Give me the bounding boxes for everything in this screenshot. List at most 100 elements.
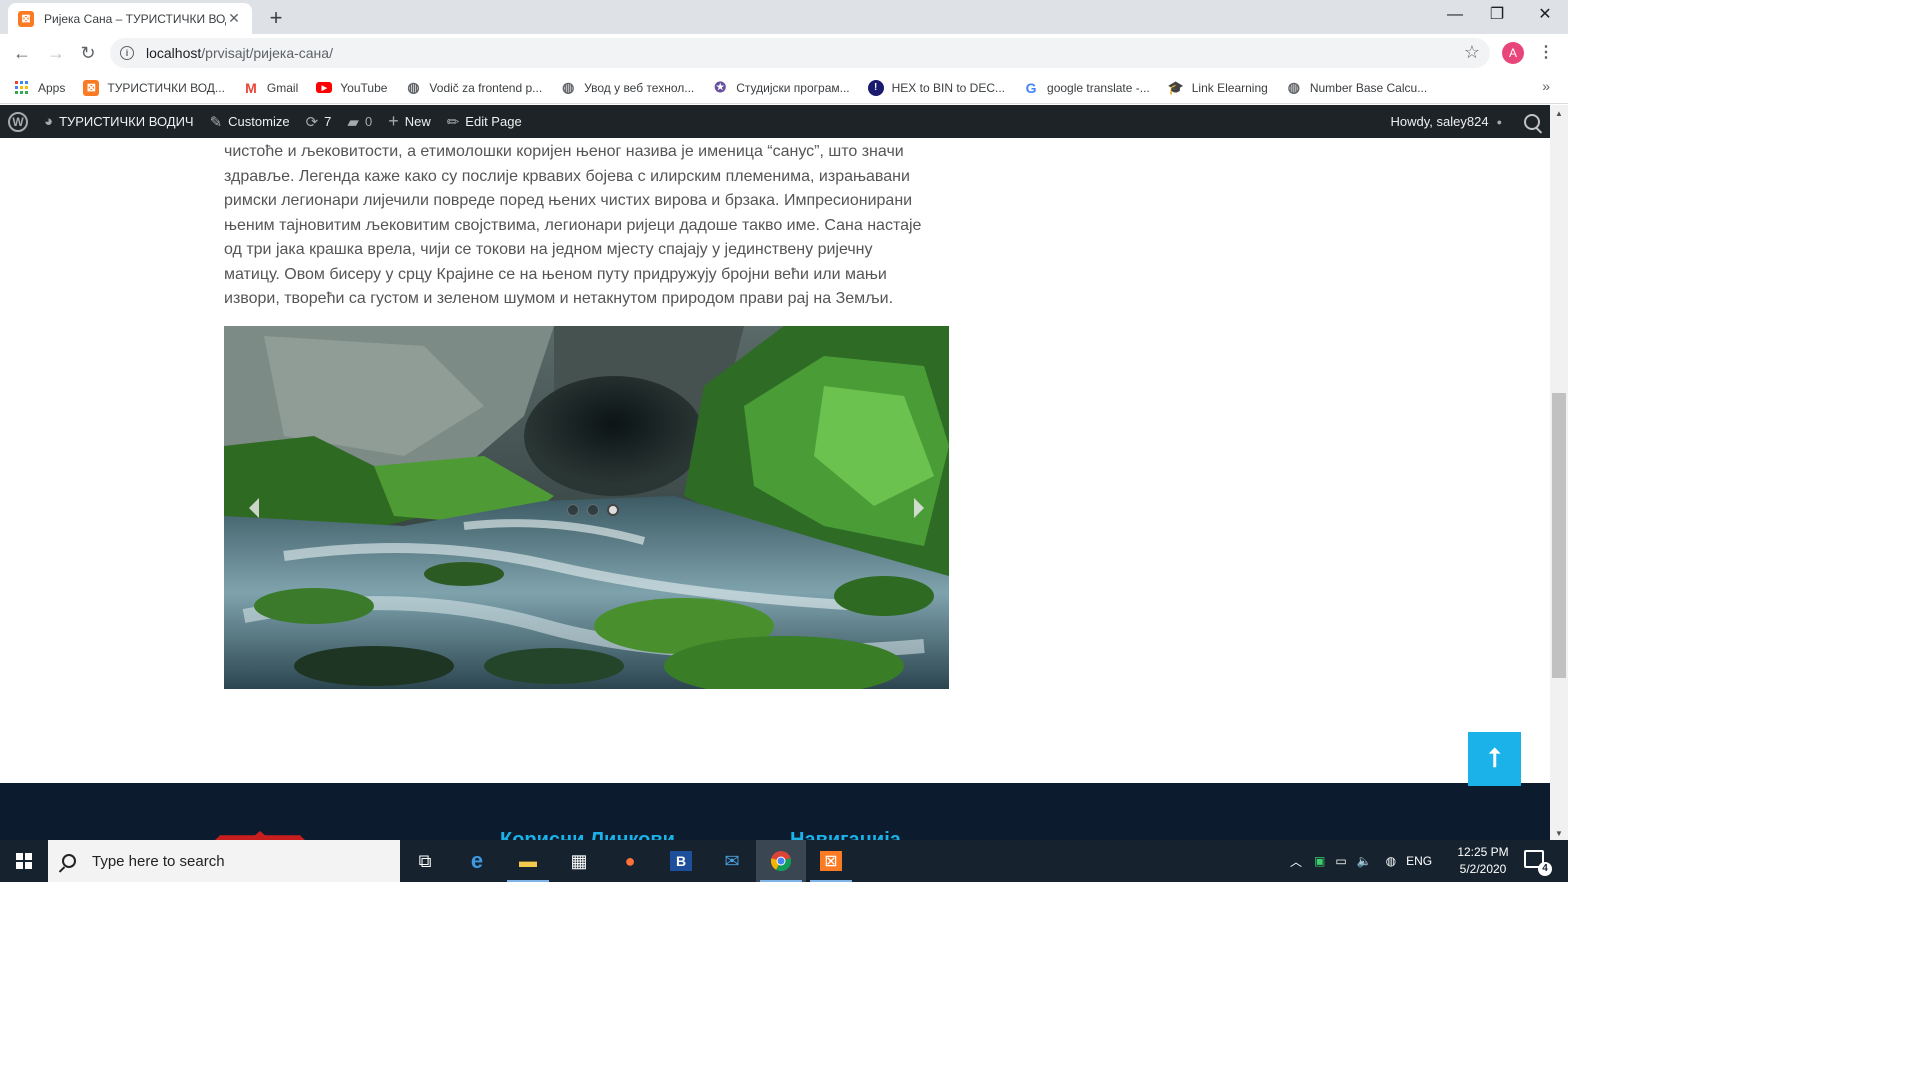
arrow-up-icon: ⭡ <box>1488 743 1501 773</box>
image-slider[interactable] <box>224 326 949 689</box>
scrollbar-thumb[interactable] <box>1552 393 1566 678</box>
comments-count: 0 <box>364 114 373 129</box>
footer-heading-navigation: Навигација <box>790 829 901 840</box>
chrome-app[interactable] <box>756 840 806 882</box>
reload-button[interactable]: ↻ <box>76 42 100 64</box>
tab-close-icon[interactable]: ✕ <box>226 10 242 27</box>
updates-icon: ⟳ <box>305 113 319 131</box>
search-icon[interactable] <box>1524 113 1540 130</box>
globe-icon: ◍ <box>562 79 575 95</box>
page-content: чистоће и љековитости, а етимолошки кори… <box>0 138 1550 840</box>
article-line: њеним тајновитим љековитим својствима, л… <box>224 216 922 234</box>
windows-logo-icon <box>16 853 32 869</box>
slider-dot-active[interactable] <box>607 504 619 516</box>
chrome-menu-icon[interactable]: ⋮ <box>1538 42 1554 62</box>
xampp-app[interactable]: ⊠ <box>806 840 856 882</box>
battery-icon[interactable]: ▭ <box>1335 854 1346 868</box>
bookmark-label: Увод у веб технол... <box>584 80 695 95</box>
profile-avatar[interactable]: A <box>1502 42 1524 64</box>
scroll-to-top-button[interactable]: ⭡ <box>1468 732 1521 786</box>
edge-icon: e <box>470 848 484 873</box>
show-hidden-icons-icon[interactable]: ︿ <box>1290 853 1302 870</box>
site-name-label: ТУРИСТИЧКИ ВОДИЧ <box>59 114 194 129</box>
chevron-right-icon <box>914 498 924 518</box>
gmail-icon: M <box>245 79 257 96</box>
bookmark-label: Студијски програм... <box>736 80 850 95</box>
close-window-button[interactable]: ✕ <box>1522 4 1568 30</box>
bookmark-study-program[interactable]: ✪ Студијски програм... <box>712 79 850 96</box>
bookmark-apps[interactable]: Apps <box>14 80 65 96</box>
article-line: матицу. Овом бисеру у срцу Крајине се на… <box>224 265 887 283</box>
address-bar[interactable]: i localhost /prvisajt/ријека-сана/ ☆ <box>110 38 1490 68</box>
bookmark-hex-bin[interactable]: ! HEX to BIN to DEC... <box>867 79 1005 96</box>
folder-icon: ▬ <box>519 850 537 871</box>
scroll-up-arrow-icon[interactable]: ▲ <box>1555 109 1563 118</box>
wp-customize[interactable]: ✎ Customize <box>202 105 298 138</box>
clock-time: 12:25 PM <box>1457 845 1509 859</box>
globe-icon: ◍ <box>407 79 420 95</box>
tab-title: Ријека Сана – ТУРИСТИЧКИ ВОДИЧ <box>44 11 226 26</box>
taskbar-search-box[interactable]: Type here to search <box>48 840 400 882</box>
task-view-button[interactable]: ⧉ <box>400 840 450 882</box>
taskbar-clock[interactable]: 12:25 PM 5/2/2020 <box>1450 844 1516 878</box>
wp-updates[interactable]: ⟳ 7 <box>298 105 340 138</box>
file-explorer-app[interactable]: ▬ <box>503 840 553 882</box>
article-line: извори, творећи са густом и зеленом шумо… <box>224 290 894 307</box>
slider-dot[interactable] <box>567 504 579 516</box>
article-line: римски легионари лијечили повреде поред … <box>224 192 913 209</box>
new-tab-button[interactable]: + <box>264 5 288 31</box>
page-scrollbar[interactable]: ▲ ▼ <box>1550 105 1568 840</box>
forward-button[interactable]: → <box>44 42 68 64</box>
minimize-button[interactable]: — <box>1432 4 1478 30</box>
google-icon: G <box>1025 79 1037 96</box>
bookmark-youtube[interactable]: ▶ YouTube <box>316 81 387 95</box>
footer-heading-links: Корисни Линкови <box>500 829 675 840</box>
bookmark-frontend-guide[interactable]: ◍ Vodič za frontend p... <box>405 79 543 96</box>
volume-icon[interactable]: 🔈 <box>1357 854 1372 868</box>
scroll-down-arrow-icon[interactable]: ▼ <box>1555 829 1563 838</box>
bookmark-label: Link Elearning <box>1191 80 1268 95</box>
bookmark-web-tech[interactable]: ◍ Увод у веб технол... <box>560 79 695 96</box>
firefox-app[interactable]: ● <box>605 840 655 882</box>
notification-count-badge: 4 <box>1538 862 1552 876</box>
browser-tab[interactable]: ⊠ Ријека Сана – ТУРИСТИЧКИ ВОДИЧ ✕ <box>8 3 252 34</box>
wp-comments[interactable]: ▰ 0 <box>339 105 380 138</box>
bookmarks-overflow-icon[interactable]: » <box>1542 78 1550 94</box>
b-app-icon: B <box>669 851 693 871</box>
restore-button[interactable]: ❐ <box>1474 4 1520 30</box>
slider-next-button[interactable] <box>909 494 929 522</box>
bookmark-tourist-guide[interactable]: ⊠ ТУРИСТИЧКИ ВОД... <box>83 79 225 96</box>
slider-dot[interactable] <box>587 504 599 516</box>
bookmark-number-base[interactable]: ◍ Number Base Calcu... <box>1286 79 1428 96</box>
network-globe-icon[interactable]: ◍ <box>1386 854 1396 868</box>
bookmark-star-icon[interactable]: ☆ <box>1464 42 1480 63</box>
article-line: здравље. Легенда каже како су послије кр… <box>224 167 910 185</box>
start-button[interactable] <box>0 840 48 882</box>
store-app[interactable]: ▦ <box>554 840 604 882</box>
xampp-favicon-icon: ⊠ <box>18 10 34 27</box>
tab-strip: ⊠ Ријека Сана – ТУРИСТИЧКИ ВОДИЧ ✕ + — ❐… <box>0 0 1568 34</box>
back-button[interactable]: ← <box>10 42 34 64</box>
bookmark-label: Vodič za frontend p... <box>429 80 543 95</box>
wp-site-name[interactable]: ◕ ТУРИСТИЧКИ ВОДИЧ <box>36 105 202 138</box>
bookmark-link-elearning[interactable]: 🎓 Link Elearning <box>1168 80 1268 96</box>
wp-account-menu[interactable]: Howdy, saley824 ● <box>1383 105 1510 138</box>
edge-app[interactable]: e <box>452 840 502 882</box>
site-info-icon[interactable]: i <box>120 46 134 60</box>
tray-app-icon[interactable]: ▣ <box>1314 854 1325 868</box>
bookmark-label: Number Base Calcu... <box>1309 80 1428 95</box>
wp-logo-menu[interactable]: W <box>0 105 36 138</box>
globe-icon: ◍ <box>1287 79 1300 95</box>
xampp-icon: ⊠ <box>83 79 100 96</box>
dashboard-icon: ◕ <box>44 113 54 130</box>
slider-prev-button[interactable] <box>244 494 264 522</box>
bookmark-google-translate[interactable]: G google translate -... <box>1023 80 1150 96</box>
mail-app[interactable]: ✉ <box>707 840 757 882</box>
hex-icon: ! <box>867 79 884 96</box>
wp-new-content[interactable]: + New <box>380 105 439 138</box>
language-indicator[interactable]: ENG <box>1406 854 1432 868</box>
b-app[interactable]: B <box>656 840 706 882</box>
bookmark-gmail[interactable]: M Gmail <box>243 80 298 96</box>
wp-edit-page[interactable]: ✏ Edit Page <box>439 105 530 138</box>
youtube-icon: ▶ <box>316 82 333 93</box>
